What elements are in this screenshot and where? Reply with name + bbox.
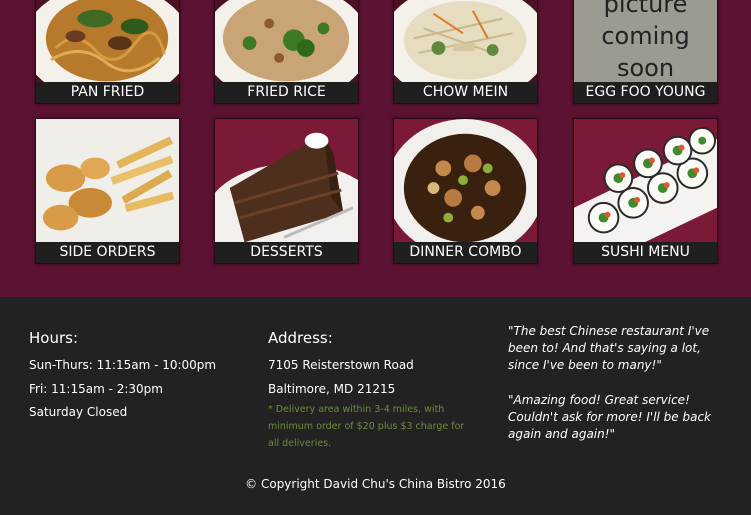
tile-dinner-combo[interactable]: DINNER COMBO (393, 118, 538, 264)
copyright: © Copyright David Chu's China Bistro 201… (245, 477, 506, 491)
hours-fri: Fri: 11:15am - 2:30pm (29, 382, 163, 396)
hours-sun-thurs: Sun-Thurs: 11:15am - 10:00pm (29, 358, 217, 372)
hours-saturday: Saturday Closed (29, 405, 128, 419)
tile-label: SIDE ORDERS (36, 242, 179, 263)
tile-label: EGG FOO YOUNG (574, 82, 717, 103)
testimonial-1: "The best Chinese restaurant I've been t… (508, 324, 710, 372)
tile-sushi-menu[interactable]: SUSHI MENU (573, 118, 718, 264)
address-city: Baltimore, MD 21215 (268, 382, 396, 396)
tile-label: DESSERTS (215, 242, 358, 263)
tile-fried-rice[interactable]: FRIED RICE (214, 0, 359, 104)
tile-desserts[interactable]: DESSERTS (214, 118, 359, 264)
testimonial-2: "Amazing food! Great service! Couldn't a… (508, 393, 712, 441)
tile-label: SUSHI MENU (574, 242, 717, 263)
delivery-note: * Delivery area within 3-4 miles, with m… (268, 404, 465, 449)
picture-coming-soon-text: picture coming soon (601, 0, 690, 82)
tile-label: PAN FRIED NOODLES (36, 82, 179, 103)
footer: Hours: Sun-Thurs: 11:15am - 10:00pm Fri:… (0, 297, 751, 515)
menu-section: PAN FRIED NOODLES FRIED RICE CHOW MEIN (0, 0, 751, 297)
address-street: 7105 Reisterstown Road (268, 358, 414, 372)
tile-chow-mein[interactable]: CHOW MEIN (393, 0, 538, 104)
tile-label: CHOW MEIN (394, 82, 537, 103)
tile-egg-foo-young[interactable]: picture coming soon EGG FOO YOUNG (573, 0, 718, 104)
tile-label: FRIED RICE (215, 82, 358, 103)
address-title: Address: (268, 329, 333, 347)
tile-label: DINNER COMBO (394, 242, 537, 263)
hours-title: Hours: (29, 329, 78, 347)
tile-pan-fried-noodles[interactable]: PAN FRIED NOODLES (35, 0, 180, 104)
tile-side-orders[interactable]: SIDE ORDERS (35, 118, 180, 264)
